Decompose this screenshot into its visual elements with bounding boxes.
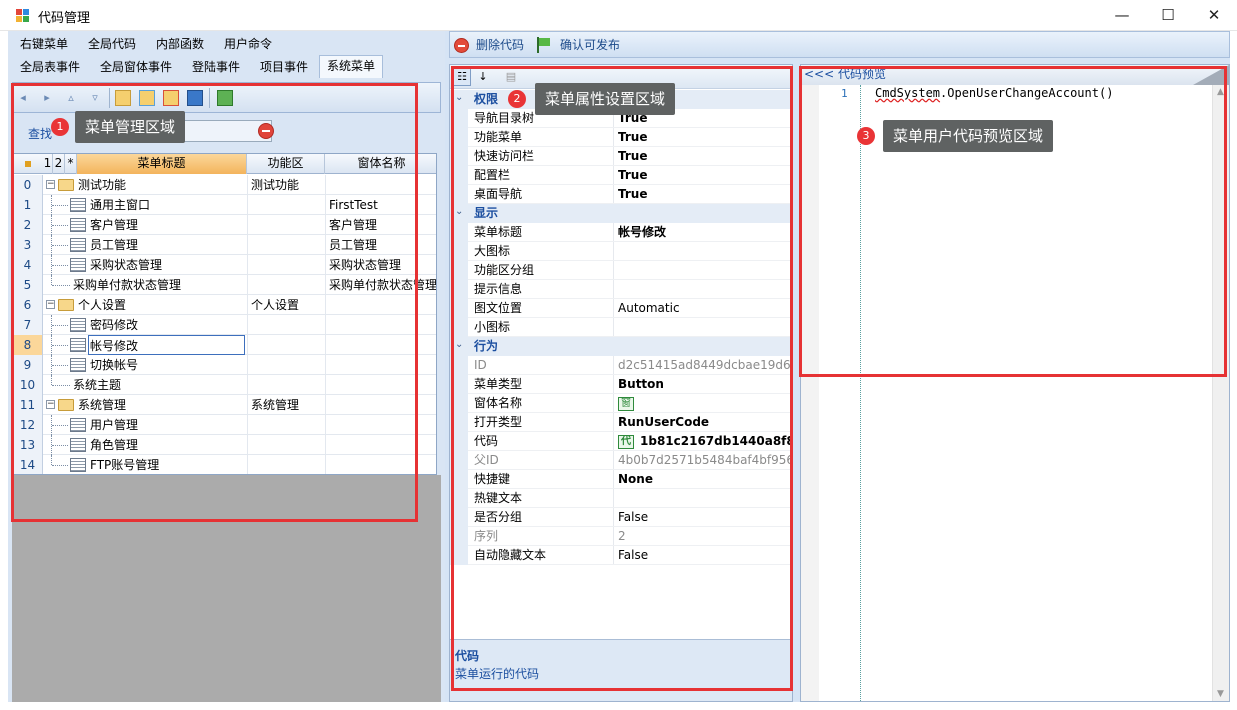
scroll-down-icon[interactable]: ▼ <box>1217 689 1224 699</box>
delete-code-icon <box>454 38 469 53</box>
close-button[interactable]: ✕ <box>1191 0 1237 31</box>
tab-login-events[interactable]: 登陆事件 <box>184 57 248 78</box>
annotation-callout-3: 菜单用户代码预览区域 <box>883 120 1054 152</box>
app-icon <box>16 9 29 22</box>
tab-system-menu[interactable]: 系统菜单 <box>319 55 383 78</box>
minimize-button[interactable]: — <box>1099 0 1145 31</box>
tab-row-2: 全局表事件 全局窗体事件 登陆事件 项目事件 系统菜单 <box>8 55 445 78</box>
annotation-box-code-preview <box>799 66 1227 377</box>
annotation-callout-2: 菜单属性设置区域 <box>535 83 676 115</box>
annotation-badge-3: 3 <box>857 127 875 145</box>
tab-row-1: 右键菜单 全局代码 内部函数 用户命令 <box>8 34 445 55</box>
maximize-button[interactable]: ☐ <box>1145 0 1191 31</box>
flag-icon <box>536 37 552 53</box>
delete-code-button[interactable]: 删除代码 <box>476 36 524 54</box>
annotation-callout-1: 菜单管理区域 <box>75 111 186 143</box>
annotation-badge-2: 2 <box>508 90 526 108</box>
tab-internal-functions[interactable]: 内部函数 <box>148 34 212 55</box>
code-toolbar: 删除代码 确认可发布 <box>449 31 1230 58</box>
window-title: 代码管理 <box>38 11 91 26</box>
annotation-box-menu-management <box>11 83 418 522</box>
tab-user-commands[interactable]: 用户命令 <box>216 34 280 55</box>
confirm-publish-button[interactable]: 确认可发布 <box>560 36 620 54</box>
tab-project-events[interactable]: 项目事件 <box>252 57 316 78</box>
tab-global-form-events[interactable]: 全局窗体事件 <box>92 57 180 78</box>
tab-global-table-events[interactable]: 全局表事件 <box>12 57 88 78</box>
tab-global-code[interactable]: 全局代码 <box>80 34 144 55</box>
annotation-badge-1: 1 <box>51 118 69 136</box>
title-bar: 代码管理 — ☐ ✕ <box>0 0 1237 31</box>
annotation-box-menu-properties <box>451 66 793 691</box>
tab-context-menu[interactable]: 右键菜单 <box>12 34 76 55</box>
